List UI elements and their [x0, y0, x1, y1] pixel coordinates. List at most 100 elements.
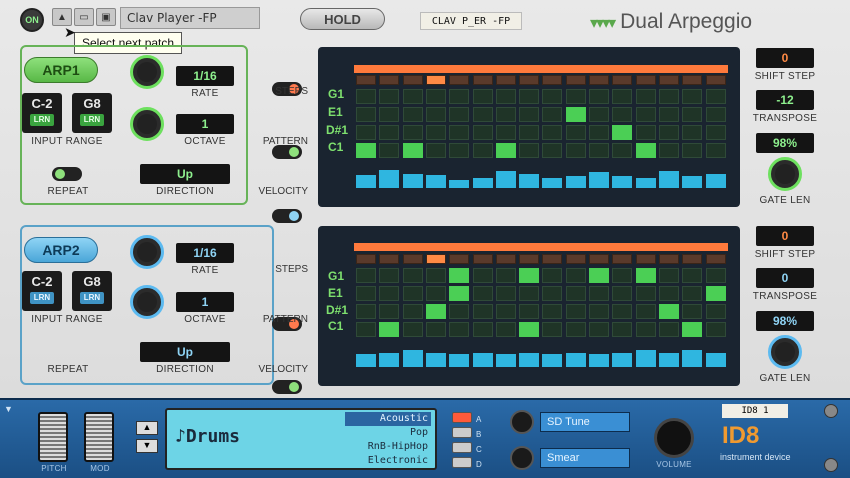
step-led[interactable] [425, 254, 446, 264]
pattern-cell[interactable] [612, 286, 633, 301]
pattern-cell[interactable] [612, 322, 633, 337]
step-led[interactable] [705, 75, 726, 85]
fold-arrow-icon[interactable]: ▼ [4, 404, 13, 414]
pattern-cell[interactable] [402, 107, 423, 122]
velocity-bar[interactable] [449, 354, 470, 367]
pattern-cell[interactable] [705, 286, 726, 301]
pitch-wheel[interactable] [38, 412, 68, 462]
pattern-cell[interactable] [565, 143, 586, 158]
pattern-cell[interactable] [705, 268, 726, 283]
pattern-cell[interactable] [495, 268, 516, 283]
pattern-cell[interactable] [472, 125, 493, 140]
pattern-cell[interactable] [356, 89, 376, 104]
pattern-cell[interactable] [542, 322, 563, 337]
pattern-cell[interactable] [356, 125, 376, 140]
learn-button[interactable]: LRN [80, 114, 104, 126]
pattern-cell[interactable] [356, 322, 376, 337]
pattern-cell[interactable] [589, 125, 609, 140]
pattern-cell[interactable] [356, 107, 376, 122]
pattern-cell[interactable] [682, 125, 703, 140]
arp1-octave-knob[interactable] [130, 107, 164, 141]
velocity-bar[interactable] [425, 175, 446, 188]
step-led[interactable] [612, 75, 633, 85]
category-down-icon[interactable]: ▼ [136, 439, 158, 453]
pattern-cell[interactable] [635, 143, 656, 158]
hold-button[interactable]: HOLD [300, 8, 385, 30]
step-led[interactable] [612, 254, 633, 264]
arp1-repeat-toggle[interactable] [52, 167, 82, 181]
pattern-cell[interactable] [495, 107, 516, 122]
step-led[interactable] [635, 254, 656, 264]
pattern-cell[interactable] [402, 322, 423, 337]
step-led[interactable] [519, 254, 540, 264]
velocity-bar[interactable] [542, 177, 563, 188]
arp1-gate-knob[interactable] [768, 157, 802, 191]
pattern-cell[interactable] [356, 286, 376, 301]
arp2-range-high[interactable]: G8 LRN [72, 271, 112, 311]
pattern-cell[interactable] [612, 143, 633, 158]
pattern-cell[interactable] [635, 286, 656, 301]
pattern-cell[interactable] [612, 107, 633, 122]
pattern-cell[interactable] [705, 107, 726, 122]
pattern-cell[interactable] [658, 304, 679, 319]
preset-item[interactable]: RnB-HipHop [345, 440, 431, 454]
pattern-cell[interactable] [449, 89, 470, 104]
velocity-bar[interactable] [519, 352, 540, 367]
arp1-range-low[interactable]: C-2 LRN [22, 93, 62, 133]
category-up-icon[interactable]: ▲ [136, 421, 158, 435]
pattern-cell[interactable] [449, 286, 470, 301]
preset-button-c[interactable] [452, 442, 472, 453]
pattern-cell[interactable] [682, 89, 703, 104]
arp2-gate-knob[interactable] [768, 335, 802, 369]
step-led[interactable] [565, 75, 586, 85]
velocity-bar[interactable] [425, 352, 446, 367]
pattern-cell[interactable] [402, 125, 423, 140]
pattern-cell[interactable] [356, 143, 376, 158]
pattern-cell[interactable] [705, 125, 726, 140]
velocity-bar[interactable] [449, 180, 470, 188]
pattern-cell[interactable] [682, 268, 703, 283]
pattern-cell[interactable] [682, 107, 703, 122]
arp1-velocity-toggle[interactable] [272, 209, 302, 223]
velocity-bar[interactable] [356, 354, 376, 367]
pattern-cell[interactable] [449, 268, 470, 283]
pattern-cell[interactable] [705, 322, 726, 337]
volume-knob[interactable] [654, 418, 694, 458]
pattern-cell[interactable] [425, 304, 446, 319]
pattern-cell[interactable] [379, 286, 400, 301]
step-led[interactable] [635, 75, 656, 85]
pattern-cell[interactable] [519, 268, 540, 283]
arp1-transpose-display[interactable]: -12 [756, 90, 814, 110]
pattern-cell[interactable] [565, 268, 586, 283]
pattern-cell[interactable] [425, 107, 446, 122]
step-led[interactable] [425, 75, 446, 85]
pattern-cell[interactable] [542, 268, 563, 283]
learn-button[interactable]: LRN [30, 292, 54, 304]
velocity-bar[interactable] [379, 169, 400, 188]
preset-item[interactable]: Electronic [345, 454, 431, 468]
pattern-cell[interactable] [519, 143, 540, 158]
pattern-cell[interactable] [589, 268, 609, 283]
arp2-octave-knob[interactable] [130, 285, 164, 319]
pattern-cell[interactable] [542, 107, 563, 122]
preset-button-a[interactable] [452, 412, 472, 423]
pattern-cell[interactable] [402, 268, 423, 283]
pattern-cell[interactable] [589, 322, 609, 337]
velocity-bar[interactable] [612, 352, 633, 367]
pattern-cell[interactable] [495, 304, 516, 319]
pattern-cell[interactable] [612, 268, 633, 283]
step-led[interactable] [542, 75, 563, 85]
velocity-bar[interactable] [658, 171, 679, 188]
pattern-cell[interactable] [519, 107, 540, 122]
pattern-cell[interactable] [635, 89, 656, 104]
pattern-cell[interactable] [402, 304, 423, 319]
pattern-cell[interactable] [682, 143, 703, 158]
browse-folder-icon[interactable]: ▭ [74, 8, 94, 26]
velocity-bar[interactable] [495, 354, 516, 367]
pattern-cell[interactable] [356, 268, 376, 283]
arp2-shift-step-display[interactable]: 0 [756, 226, 814, 246]
pattern-cell[interactable] [519, 89, 540, 104]
arp2-transpose-display[interactable]: 0 [756, 268, 814, 288]
pattern-cell[interactable] [425, 89, 446, 104]
step-led[interactable] [495, 75, 516, 85]
